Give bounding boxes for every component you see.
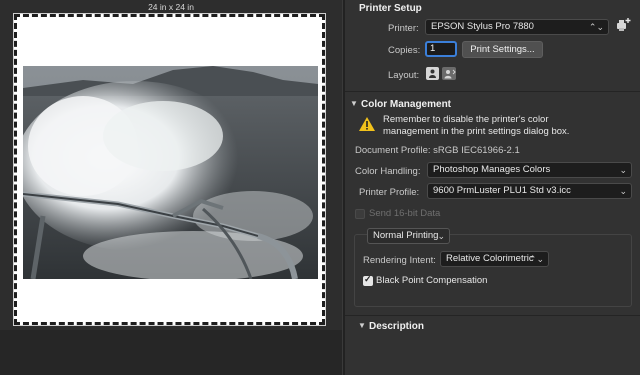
- warning-text-line-2: management in the print settings dialog …: [383, 126, 570, 137]
- warning-icon: [358, 116, 376, 132]
- color-management-heading[interactable]: Color Management: [361, 99, 451, 110]
- printer-label: Printer:: [388, 23, 419, 34]
- paper-size-label: 24 in x 24 in: [148, 2, 194, 12]
- description-heading[interactable]: Description: [369, 321, 424, 332]
- send-16bit-label: Send 16-bit Data: [369, 208, 441, 219]
- add-printer-icon[interactable]: [615, 17, 631, 33]
- send-16bit-checkbox[interactable]: [355, 209, 365, 219]
- color-handling-select[interactable]: Photoshop Manages Colors ⌄: [427, 162, 632, 178]
- portrait-orientation-icon[interactable]: [426, 67, 439, 80]
- chevron-down-icon: ⌄: [437, 231, 445, 241]
- proof-mode-select[interactable]: Normal Printing ⌄: [367, 228, 450, 244]
- preview-footer: [0, 330, 342, 375]
- paper-preview: [13, 13, 326, 326]
- chevron-updown-icon: ⌃⌄: [588, 22, 604, 32]
- color-handling-label: Color Handling:: [355, 166, 421, 177]
- rendering-intent-select[interactable]: Relative Colorimetric ⌃⌄: [440, 251, 549, 267]
- proof-settings-group: [354, 234, 632, 307]
- section-separator: [345, 315, 640, 316]
- printer-select-value: EPSON Stylus Pro 7880: [431, 21, 534, 32]
- black-point-label: Black Point Compensation: [376, 275, 488, 286]
- color-handling-value: Photoshop Manages Colors: [433, 164, 551, 175]
- chevron-down-icon[interactable]: ▼: [350, 99, 358, 108]
- printer-profile-select[interactable]: 9600 PrmLuster PLU1 Std v3.icc ⌄: [427, 183, 632, 199]
- printer-select[interactable]: EPSON Stylus Pro 7880 ⌃⌄: [425, 19, 609, 35]
- printer-profile-label: Printer Profile:: [359, 187, 420, 198]
- rendering-intent-label: Rendering Intent:: [363, 255, 436, 266]
- settings-pane: Printer Setup Printer: EPSON Stylus Pro …: [345, 0, 640, 375]
- landscape-orientation-icon[interactable]: [442, 67, 456, 80]
- photo-preview[interactable]: [23, 66, 318, 279]
- document-profile: Document Profile: sRGB IEC61966-2.1: [355, 145, 520, 156]
- chevron-updown-icon: ⌃⌄: [528, 254, 544, 264]
- printer-setup-heading: Printer Setup: [359, 3, 422, 14]
- printer-profile-value: 9600 PrmLuster PLU1 Std v3.icc: [433, 185, 571, 196]
- warning-text-line-1: Remember to disable the printer's color: [383, 114, 549, 125]
- black-point-checkbox[interactable]: [363, 274, 373, 286]
- print-settings-button[interactable]: Print Settings...: [462, 41, 543, 58]
- chevron-down-icon[interactable]: ▼: [358, 321, 366, 330]
- copies-input[interactable]: 1: [425, 41, 457, 57]
- layout-label: Layout:: [388, 70, 420, 81]
- print-preview-pane: 24 in x 24 in: [0, 0, 342, 375]
- rendering-intent-value: Relative Colorimetric: [446, 253, 534, 264]
- proof-mode-value: Normal Printing: [373, 230, 439, 241]
- chevron-down-icon: ⌄: [619, 186, 627, 196]
- section-separator: [345, 91, 640, 92]
- copies-label: Copies:: [388, 45, 421, 56]
- chevron-down-icon: ⌄: [619, 165, 627, 175]
